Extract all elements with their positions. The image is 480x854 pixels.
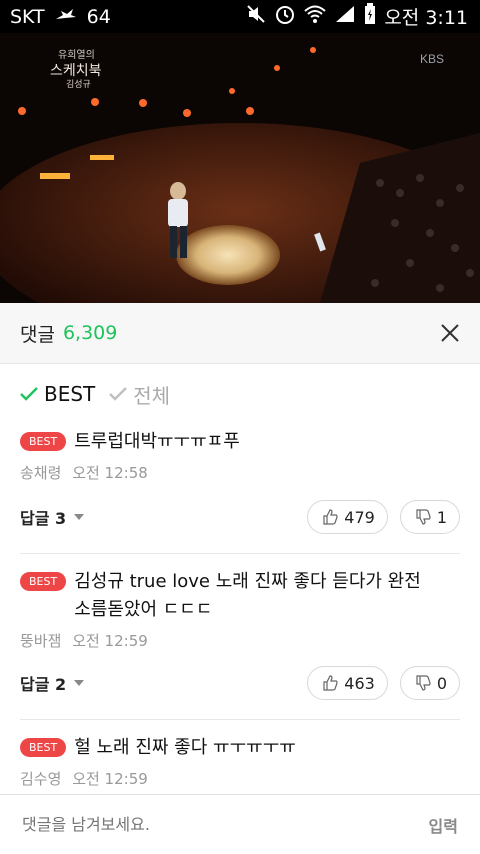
tab-best[interactable]: BEST [20,382,95,406]
comment-time: 오전 12:58 [72,464,148,482]
show-logo-line3: 김성규 [66,78,91,90]
mute-icon [246,4,266,29]
comments-count: 6,309 [62,322,118,344]
submit-button[interactable]: 입력 [429,813,458,837]
check-icon [20,387,38,401]
show-logo-line1: 유희열의 [58,49,95,61]
like-count: 479 [344,507,375,527]
carrier-label: SKT [10,5,45,28]
broadcaster-logo: KBS [420,52,444,66]
status-bar: SKT 64 오전 3:11 [0,0,480,33]
like-count: 463 [344,673,375,693]
like-button[interactable]: 463 [307,666,388,700]
chevron-down-icon [74,514,85,520]
best-badge: BEST [20,432,67,451]
chevron-down-icon [74,680,85,686]
notification-count: 64 [86,5,111,28]
comment-item: BEST 김성규 true love 노래 진짜 좋다 듣다가 완전 소름돋았어… [20,554,460,720]
like-button[interactable]: 479 [307,500,388,534]
dislike-button[interactable]: 1 [399,500,460,534]
reply-label: 답글 3 [20,509,67,528]
video-player[interactable]: 유희열의 스케치북 김성규 KBS [0,33,480,303]
dislike-count: 0 [436,673,447,693]
best-badge: BEST [20,572,67,591]
thumbs-down-icon [416,675,431,691]
tab-best-label: BEST [44,382,96,406]
check-icon [109,387,128,401]
bird-icon [55,6,77,28]
reply-toggle[interactable]: 답글 2 [20,671,85,695]
comment-item: BEST 헐 노래 진짜 좋다 ㅠㅜㅠㅜㅠ 김수영 오전 12:59 [20,720,460,792]
comments-title: 댓글 [20,323,55,346]
wifi-icon [304,4,326,29]
close-icon[interactable] [438,321,462,345]
comment-input-bar: 입력 [0,794,480,854]
comment-text: 김성규 true love 노래 진짜 좋다 듣다가 완전 소름돋았어 ㄷㄷㄷ [74,571,421,620]
comment-list[interactable]: BEST 트루럽대박ㅠㅜㅠㅍ푸 송채령 오전 12:58 답글 3 479 1 [20,420,460,792]
thumbs-up-icon [323,675,338,691]
reply-toggle[interactable]: 답글 3 [20,505,85,529]
thumbs-up-icon [323,509,338,525]
stage-scene: 유희열의 스케치북 김성규 KBS [0,33,480,303]
comment-author: 송채령 [20,464,62,482]
comment-author: 김수영 [20,770,62,788]
comment-time: 오전 12:59 [72,770,148,788]
comment-text: 트루럽대박ㅠㅜㅠㅍ푸 [74,431,240,452]
tab-all-label: 전체 [133,383,171,408]
comments-header: 댓글 6,309 [0,303,480,364]
alarm-icon [274,3,296,30]
comment-input[interactable] [20,814,384,835]
show-logo-line2: 스케치북 [50,63,102,79]
tab-all[interactable]: 전체 [109,380,170,409]
signal-icon [334,4,356,29]
dislike-button[interactable]: 0 [399,666,460,700]
reply-label: 답글 2 [20,675,67,694]
battery-icon [364,3,376,30]
comment-time: 오전 12:59 [72,632,148,650]
dislike-count: 1 [436,507,447,527]
comment-sort-tabs: BEST 전체 [20,378,170,410]
comment-author: 뚱바잼 [20,632,62,650]
thumbs-down-icon [416,509,431,525]
comment-text: 헐 노래 진짜 좋다 ㅠㅜㅠㅜㅠ [74,737,296,758]
clock: 오전 3:11 [384,7,468,29]
best-badge: BEST [20,738,67,757]
comment-item: BEST 트루럽대박ㅠㅜㅠㅍ푸 송채령 오전 12:58 답글 3 479 1 [20,420,460,554]
